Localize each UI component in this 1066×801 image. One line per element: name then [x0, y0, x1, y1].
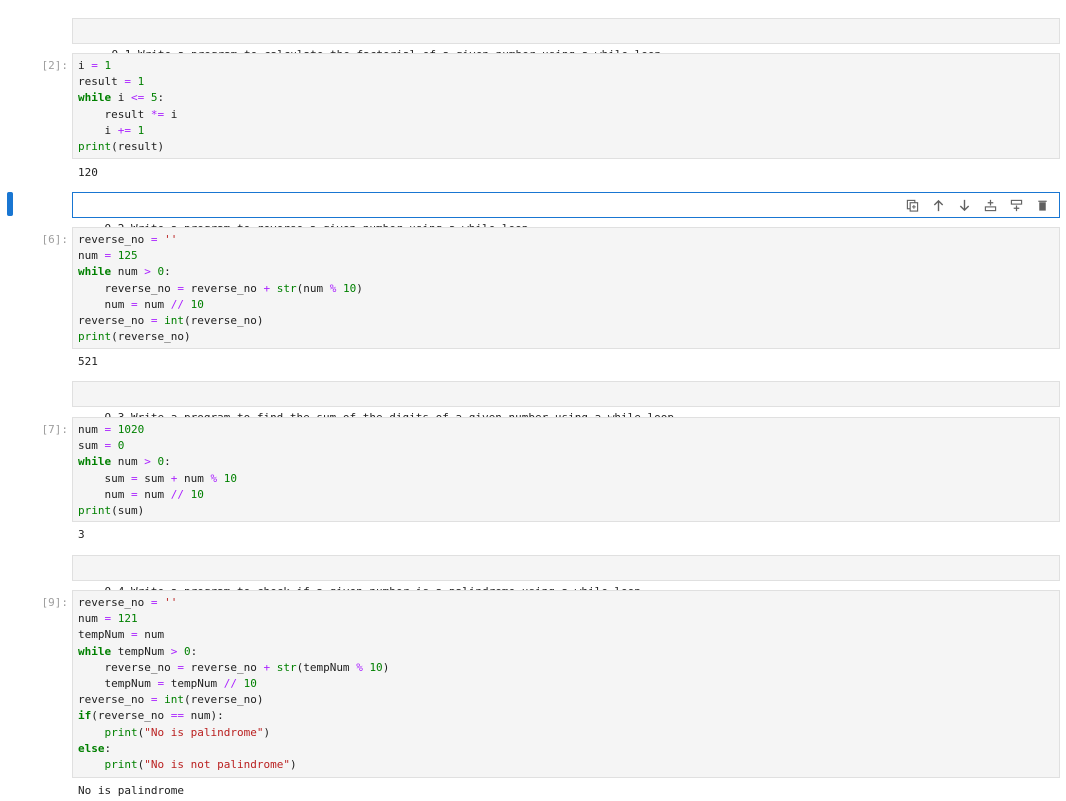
code-cell-2[interactable]: reverse_no = '' num = 125 while num > 0:… — [72, 227, 1060, 349]
cell-toolbar — [899, 193, 1055, 217]
code-line: else: — [78, 741, 112, 755]
move-down-icon[interactable] — [951, 193, 977, 217]
code-line: while num > 0: — [78, 455, 171, 469]
code-line: result *= i — [78, 107, 178, 121]
code-line: reverse_no = reverse_no + str(num % 10) — [78, 281, 363, 295]
execution-count: [9]: — [41, 596, 69, 609]
execution-count: [7]: — [41, 423, 69, 436]
markdown-cell-q2[interactable]: Q.2 Write a program to reverse a given n… — [72, 192, 1060, 235]
code-cell-3[interactable]: num = 1020 sum = 0 while num > 0: sum = … — [72, 417, 1060, 522]
cell-output: 521 — [78, 355, 98, 368]
code-line: sum = 0 — [78, 439, 125, 453]
delete-icon[interactable] — [1029, 193, 1055, 217]
code-line: if(reverse_no == num): — [78, 709, 224, 723]
code-line: tempNum = tempNum // 10 — [78, 677, 257, 691]
active-cell-indicator — [7, 192, 13, 216]
code-line: num = 1020 — [78, 423, 145, 436]
execution-count: [6]: — [41, 233, 69, 246]
code-line: print(result) — [78, 140, 165, 154]
code-line: num = num // 10 — [78, 297, 204, 311]
cell-output: 3 — [78, 528, 85, 541]
code-line: tempNum = num — [78, 628, 165, 642]
code-line: result = 1 — [78, 75, 145, 89]
code-line: num = 125 — [78, 249, 138, 263]
code-line: while num > 0: — [78, 265, 171, 279]
code-line: while tempNum > 0: — [78, 644, 198, 658]
duplicate-icon[interactable] — [899, 193, 925, 217]
code-line: print(reverse_no) — [78, 330, 191, 344]
code-line: i += 1 — [78, 123, 145, 137]
code-line: num = num // 10 — [78, 487, 204, 501]
code-line: sum = sum + num % 10 — [78, 471, 237, 485]
code-line: i = 1 — [78, 59, 112, 72]
insert-above-icon[interactable] — [977, 193, 1003, 217]
cell-output: 120 — [78, 166, 98, 179]
code-cell-1[interactable]: i = 1 result = 1 while i <= 5: result *=… — [72, 53, 1060, 159]
code-line: reverse_no = reverse_no + str(tempNum % … — [78, 660, 390, 674]
move-up-icon[interactable] — [925, 193, 951, 217]
code-line: print("No is palindrome") — [104, 725, 271, 739]
code-line: reverse_no = '' — [78, 233, 178, 246]
code-line: print(sum) — [78, 504, 145, 518]
markdown-cell-q3[interactable]: Q.3 Write a program to find the sum of t… — [72, 381, 1060, 424]
cell-output: No is palindrome — [78, 784, 184, 797]
code-line: while i <= 5: — [78, 91, 165, 105]
code-line: reverse_no = int(reverse_no) — [78, 314, 264, 328]
code-line: reverse_no = int(reverse_no) — [78, 693, 264, 707]
code-line: num = 121 — [78, 612, 138, 626]
code-line: print("No is not palindrome") — [104, 758, 297, 772]
markdown-cell-q4[interactable]: Q.4 Write a program to check if a given … — [72, 555, 1060, 598]
execution-count: [2]: — [41, 59, 69, 72]
markdown-cell-q1[interactable]: Q.1 Write a program to calculate the fac… — [72, 18, 1060, 61]
insert-below-icon[interactable] — [1003, 193, 1029, 217]
code-cell-4[interactable]: reverse_no = '' num = 121 tempNum = num … — [72, 590, 1060, 778]
code-line: reverse_no = '' — [78, 596, 178, 609]
